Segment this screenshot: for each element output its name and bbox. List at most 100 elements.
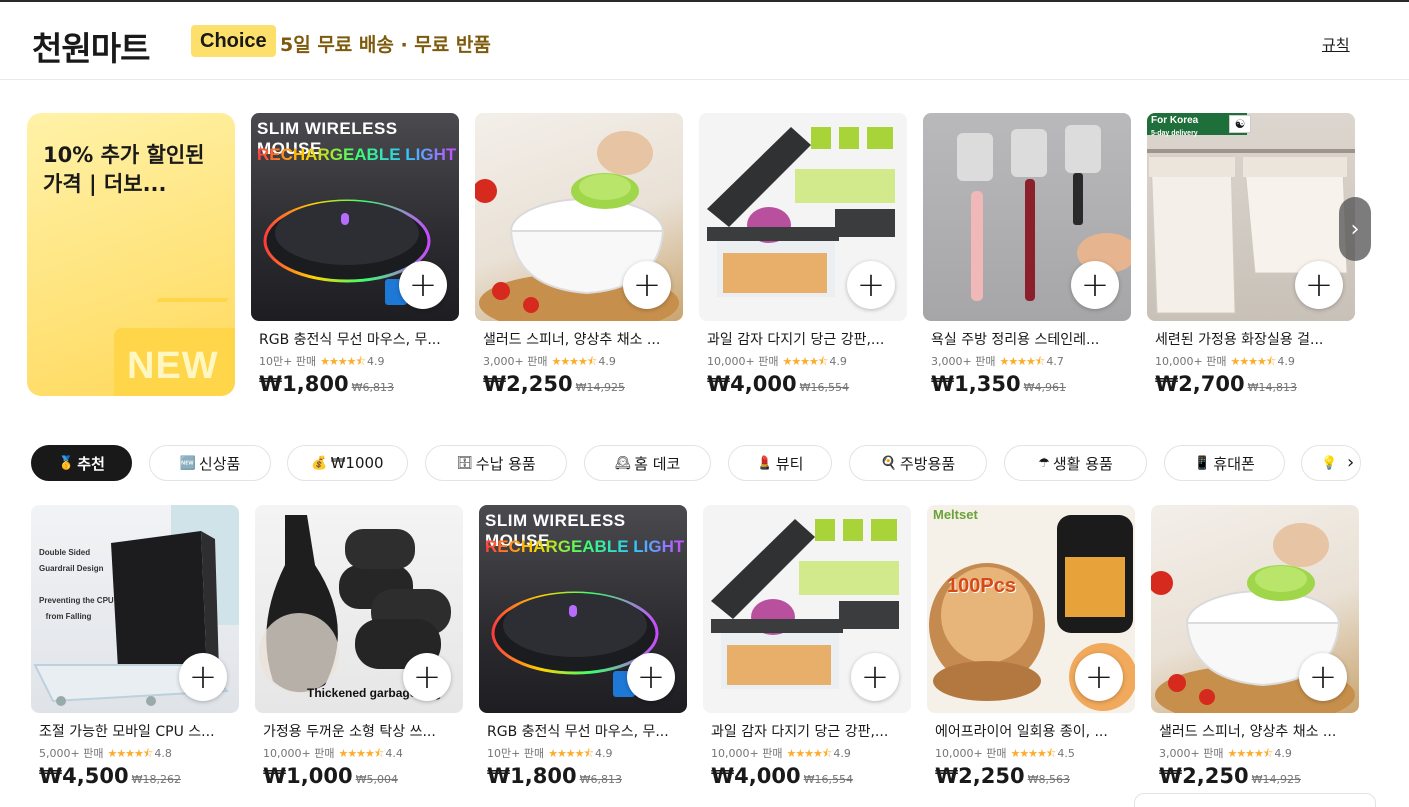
add-to-cart-button[interactable]: + [179, 653, 227, 701]
product-meta: 5,000+ 판매 ★★★★⯪ 4.8 [39, 745, 172, 764]
product-title: 욕실 주방 정리용 스테인레... [931, 332, 1100, 348]
sold-count: 10,000+ 판매 [1155, 355, 1227, 368]
category-label: 홈 데코 [634, 454, 681, 473]
product-card[interactable]: SLIM WIRELESS MOUSE RECHARGEABLE LIGHT +… [479, 505, 687, 795]
original-price: ₩16,554 [799, 381, 849, 394]
rating-value: 4.9 [833, 747, 851, 760]
air-fryer-liners-image: Meltset 100Pcs + [927, 505, 1135, 713]
original-price: ₩5,004 [355, 773, 398, 786]
product-card[interactable]: Double Sided Guardrail Design Preventing … [31, 505, 239, 795]
product-card[interactable]: For Korea 5-day delivery ☯ + 세련된 가정용 화장실용… [1147, 113, 1355, 403]
rating-stars-icon: ★★★★⯪ [320, 355, 366, 368]
category-label: ₩1000 [330, 454, 384, 472]
add-to-cart-button[interactable]: + [1075, 653, 1123, 701]
original-price: ₩4,961 [1023, 381, 1066, 394]
rating-stars-icon: ★★★★⯪ [107, 747, 153, 760]
product-price: ₩1,350 ₩4,961 [931, 372, 1066, 396]
category-label: 주방용품 [899, 454, 956, 473]
original-price: ₩8,563 [1027, 773, 1070, 786]
category-icon: 🆕 [179, 455, 196, 471]
original-price: ₩14,925 [575, 381, 625, 394]
shipping-tagline: 5일 무료 배송 · 무료 반품 [280, 34, 491, 56]
product-title: RGB 충전식 무선 마우스, 무... [487, 724, 669, 740]
rating-value: 4.9 [598, 355, 616, 368]
vegetable-chopper-image: + [699, 113, 907, 321]
rating-value: 4.4 [385, 747, 403, 760]
product-title: 샐러드 스피너, 양상추 채소 ... [483, 332, 661, 348]
product-title: RGB 충전식 무선 마우스, 무... [259, 332, 441, 348]
category-icon: 💄 [756, 455, 773, 471]
product-price: ₩4,000 ₩16,554 [707, 372, 849, 396]
rating-value: 4.9 [1277, 355, 1295, 368]
category-chip[interactable]: 🍳 주방용품 [849, 445, 987, 481]
add-to-cart-button[interactable]: + [403, 653, 451, 701]
original-price: ₩18,262 [131, 773, 181, 786]
wall-hooks-image: + [923, 113, 1131, 321]
rating-stars-icon: ★★★★⯪ [551, 355, 597, 368]
rating-stars-icon: ★★★★⯪ [786, 747, 832, 760]
rules-link[interactable]: 규칙 [1322, 34, 1350, 55]
category-icon: 💡 [1321, 455, 1338, 471]
category-label: 휴대폰 [1213, 454, 1255, 473]
category-chip[interactable]: 🗄 수납 용품 [425, 445, 567, 481]
product-card[interactable]: + 샐러드 스피너, 양상추 채소 ... 3,000+ 판매 ★★★★⯪ 4.9 … [1151, 505, 1359, 795]
category-icon: 💰 [311, 455, 328, 471]
category-icon: 🕰 [614, 455, 632, 471]
add-to-cart-button[interactable]: + [1295, 261, 1343, 309]
category-icon: 🥇 [58, 455, 75, 471]
category-label: 수납 용품 [475, 454, 536, 473]
rating-stars-icon: ★★★★⯪ [1230, 355, 1276, 368]
sold-count: 10,000+ 판매 [707, 355, 779, 368]
category-chip[interactable]: ☂ 생활 용품 [1004, 445, 1147, 481]
add-to-cart-button[interactable]: + [847, 261, 895, 309]
sold-count: 3,000+ 판매 [931, 355, 996, 368]
product-meta: 10,000+ 판매 ★★★★⯪ 4.9 [1155, 353, 1295, 372]
product-card[interactable]: + 욕실 주방 정리용 스테인레... 3,000+ 판매 ★★★★⯪ 4.7 ₩1… [923, 113, 1131, 403]
product-price: ₩1,800 ₩6,813 [259, 372, 394, 396]
category-next-chevron-icon[interactable]: › [1347, 452, 1354, 473]
product-card[interactable]: + 과일 감자 다지기 당근 강판,... 10,000+ 판매 ★★★★⯪ 4.9… [703, 505, 911, 795]
category-chip[interactable]: 💰 ₩1000 [287, 445, 408, 481]
image-caption: 100Pcs [947, 575, 1016, 597]
rating-value: 4.9 [366, 355, 385, 368]
category-chip[interactable]: 🆕 신상품 [149, 445, 271, 481]
product-price: ₩1,000 ₩5,004 [263, 764, 398, 788]
add-to-cart-button[interactable]: + [623, 261, 671, 309]
product-card[interactable]: + 샐러드 스피너, 양상추 채소 ... 3,000+ 판매 ★★★★⯪ 4.9 … [475, 113, 683, 403]
add-to-cart-button[interactable]: + [851, 653, 899, 701]
page-title: 천원마트 [32, 29, 150, 68]
category-label: 신상품 [198, 454, 241, 473]
rating-value: 4.5 [1057, 747, 1075, 760]
add-to-cart-button[interactable]: + [399, 261, 447, 309]
rating-value: 4.9 [594, 747, 613, 760]
product-title: 세련된 가정용 화장실용 걸... [1155, 332, 1324, 348]
product-card[interactable]: SLIM WIRELESS MOUSE RECHARGEABLE LIGHT +… [251, 113, 459, 403]
category-icon: ☂ [1038, 455, 1050, 471]
add-to-cart-button[interactable]: + [627, 653, 675, 701]
category-chip[interactable]: 🕰 홈 데코 [584, 445, 711, 481]
category-chip[interactable]: 💄 뷰티 [728, 445, 832, 481]
promo-card[interactable]: 10% 추가 할인된 가격 | 더보... NEW [27, 113, 235, 396]
product-card[interactable]: Thickened garbage bag + 가정용 두꺼운 소형 탁상 쓰.… [255, 505, 463, 795]
rating-stars-icon: ★★★★⯪ [1227, 747, 1273, 760]
category-chip[interactable]: 🥇 추천 [31, 445, 132, 481]
category-icon: 🗄 [456, 455, 473, 471]
add-to-cart-button[interactable]: + [1299, 653, 1347, 701]
product-card[interactable]: Meltset 100Pcs + 에어프라이어 일회용 종이, ... 10,0… [927, 505, 1135, 795]
floating-panel-edge [1134, 793, 1376, 807]
carousel-next-button[interactable]: › [1339, 197, 1371, 261]
category-icon: 📱 [1194, 455, 1211, 471]
product-title: 과일 감자 다지기 당근 강판,... [707, 332, 885, 348]
vegetable-chopper-image: + [703, 505, 911, 713]
add-to-cart-button[interactable]: + [1071, 261, 1119, 309]
product-meta: 10만+ 판매 ★★★★⯪ 4.9 [259, 353, 384, 372]
page-header: 천원마트 Choice 5일 무료 배송 · 무료 반품 규칙 [0, 2, 1409, 80]
sold-count: 10만+ 판매 [487, 747, 545, 760]
product-meta: 3,000+ 판매 ★★★★⯪ 4.7 [931, 353, 1064, 372]
product-title: 과일 감자 다지기 당근 강판,... [711, 724, 889, 740]
promo-text: 10% 추가 할인된 가격 | 더보... [43, 143, 205, 196]
product-meta: 10,000+ 판매 ★★★★⯪ 4.9 [707, 353, 847, 372]
category-chip[interactable]: 📱 휴대폰 [1164, 445, 1285, 481]
product-card[interactable]: + 과일 감자 다지기 당근 강판,... 10,000+ 판매 ★★★★⯪ 4.9… [699, 113, 907, 403]
product-price: ₩2,250 ₩14,925 [483, 372, 625, 396]
